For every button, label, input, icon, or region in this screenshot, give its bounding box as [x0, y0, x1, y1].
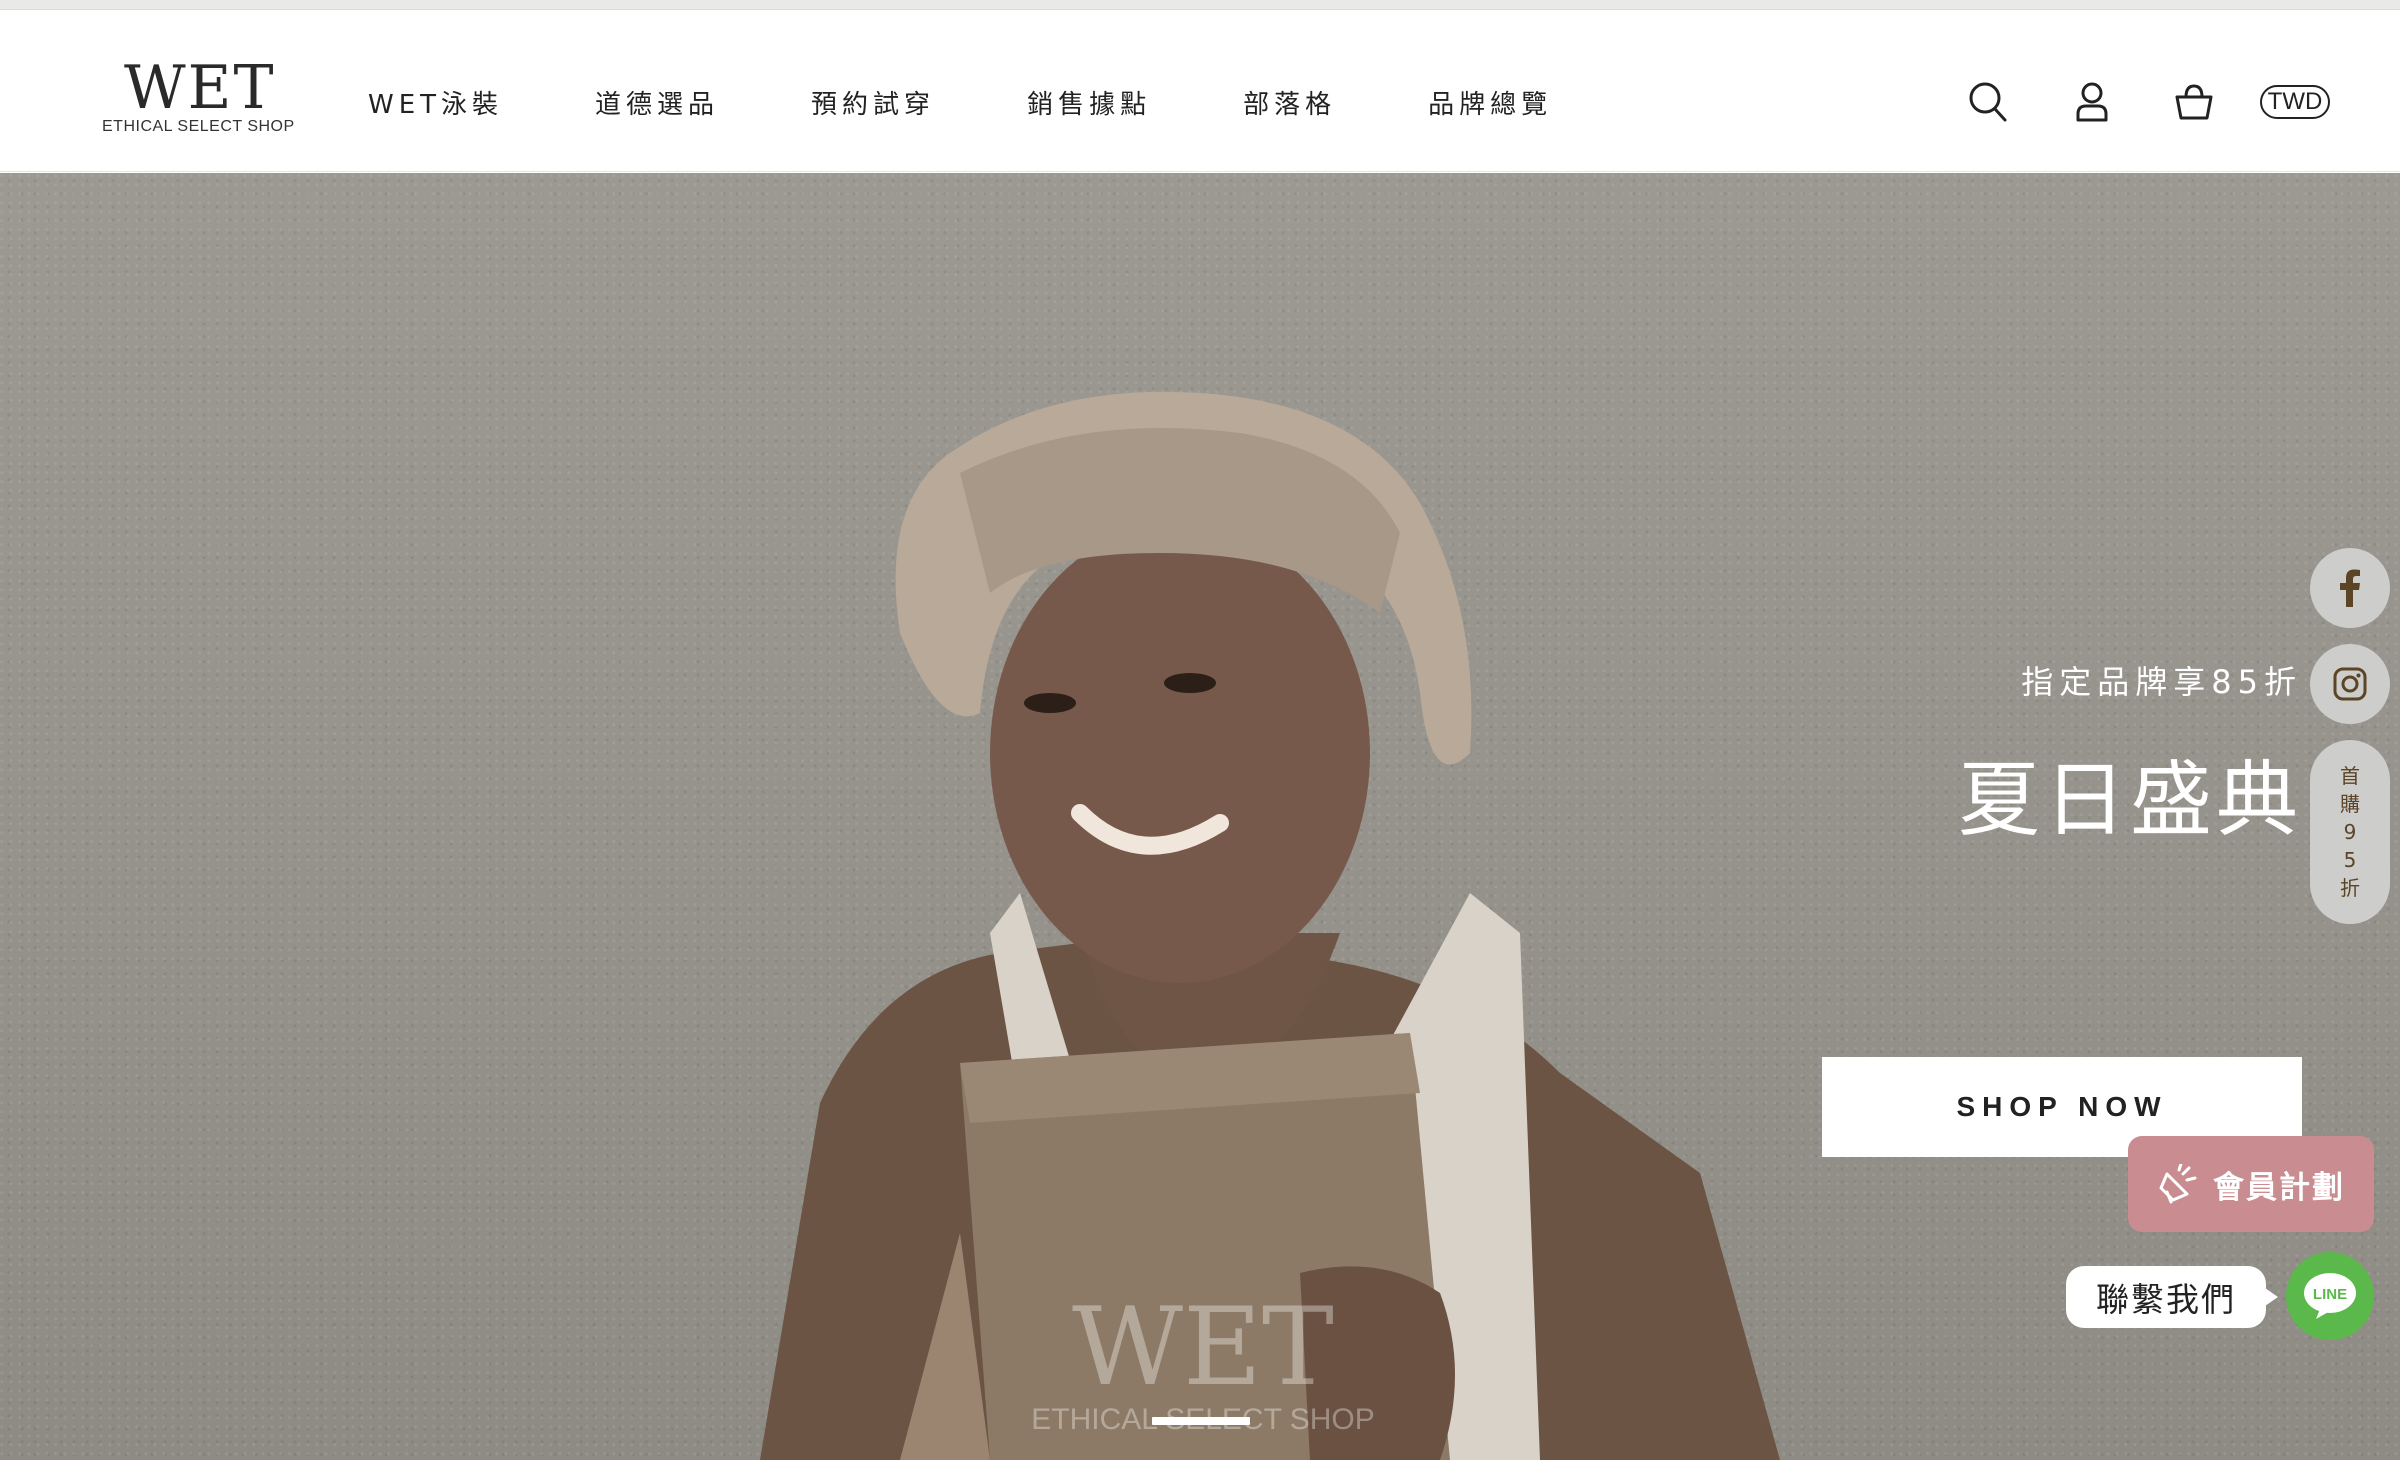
line-chat-button[interactable]: LINE [2286, 1252, 2374, 1340]
megaphone-icon [2159, 1164, 2197, 1204]
promo-char: 折 [2340, 876, 2360, 900]
promo-char: 9 [2343, 820, 2357, 844]
logo-wordmark: WET [124, 53, 276, 123]
currency-selector[interactable]: TWD [2260, 85, 2330, 119]
first-purchase-promo[interactable]: 首 購 9 5 折 [2310, 740, 2390, 924]
user-icon [2076, 82, 2108, 122]
hero-text-block: 指定品牌享85折 夏日盛典 SHOP NOW [1782, 657, 2302, 1157]
search-icon [1969, 82, 2007, 122]
contact-us-label: 聯繫我們 [2096, 1280, 2236, 1319]
search-button[interactable] [1960, 70, 2016, 134]
slider-indicator[interactable] [1152, 1417, 1250, 1425]
nav-item-stores[interactable]: 銷售據點 [1027, 84, 1151, 121]
member-program-button[interactable]: 會員計劃 [2128, 1136, 2374, 1232]
line-icon-text: LINE [2313, 1286, 2347, 1303]
instagram-button[interactable] [2310, 644, 2390, 724]
main-nav: WET泳裝 道德選品 預約試穿 銷售據點 部落格 品牌總覽 [368, 72, 1552, 132]
social-rail: 首 購 9 5 折 [2310, 548, 2392, 924]
line-icon: LINE [2304, 1273, 2356, 1319]
nav-item-fitting-booking[interactable]: 預約試穿 [811, 84, 935, 121]
hero-subtitle: 指定品牌享85折 [2021, 663, 2302, 701]
promo-char: 5 [2343, 848, 2357, 872]
hero-title: 夏日盛典 [1957, 753, 2302, 848]
logo[interactable]: WET ETHICAL SELECT SHOP [100, 53, 294, 146]
instagram-icon [2333, 667, 2367, 701]
header-tools: TWD [1960, 70, 2400, 134]
shopping-bag-icon [2175, 84, 2213, 120]
nav-item-swimwear[interactable]: WET泳裝 [368, 84, 503, 121]
facebook-button[interactable] [2310, 548, 2390, 628]
hero-banner[interactable]: WET ETHICAL SELECT SHOP 指定品牌享85折 夏日盛典 SH… [0, 173, 2400, 1460]
watermark-wordmark: WET [1072, 1285, 1334, 1410]
nav-item-blog[interactable]: 部落格 [1243, 84, 1336, 121]
promo-char: 購 [2340, 792, 2360, 816]
logo-tagline: ETHICAL SELECT SHOP [102, 118, 295, 135]
nav-item-ethical-picks[interactable]: 道德選品 [595, 84, 719, 121]
promo-char: 首 [2340, 764, 2360, 788]
top-strip [0, 0, 2400, 10]
hero-watermark: WET ETHICAL SELECT SHOP [1028, 1293, 1378, 1437]
account-button[interactable] [2064, 70, 2120, 134]
facebook-icon [2340, 569, 2360, 607]
nav-item-brands[interactable]: 品牌總覽 [1428, 84, 1552, 121]
contact-us-bubble[interactable]: 聯繫我們 [2066, 1266, 2278, 1328]
member-program-label: 會員計劃 [2213, 1169, 2345, 1206]
cart-button[interactable] [2166, 70, 2222, 134]
site-header: WET ETHICAL SELECT SHOP WET泳裝 道德選品 預約試穿 … [0, 10, 2400, 172]
